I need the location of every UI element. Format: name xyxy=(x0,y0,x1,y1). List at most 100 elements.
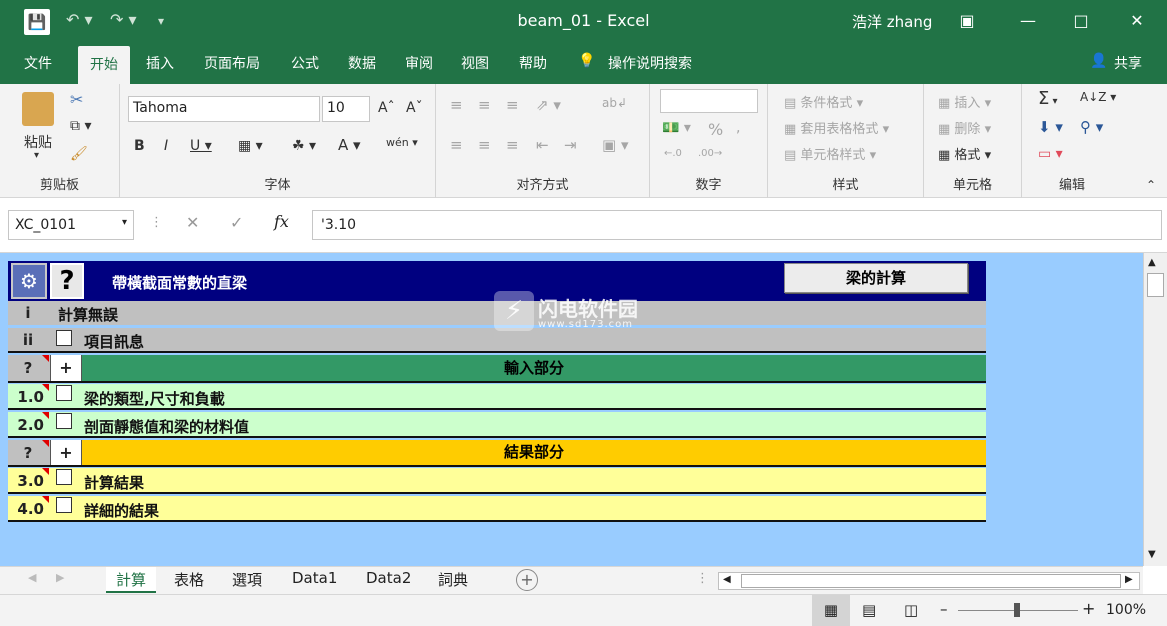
next-sheet-icon[interactable]: ▶ xyxy=(56,571,64,584)
clear-icon[interactable]: ▭ ▾ xyxy=(1038,146,1063,162)
page-break-view-icon[interactable]: ◫ xyxy=(904,601,918,619)
row-checkbox[interactable] xyxy=(56,469,72,485)
paste-icon[interactable] xyxy=(22,92,54,126)
beam-calculation-button[interactable]: 梁的計算 xyxy=(784,263,968,293)
tab-view[interactable]: 视图 xyxy=(461,53,489,73)
vertical-scroll-thumb[interactable] xyxy=(1147,273,1164,297)
accounting-format-icon[interactable]: 💵 ▾ xyxy=(662,120,691,136)
share-icon[interactable]: 👤 xyxy=(1090,53,1107,69)
tab-help[interactable]: 帮助 xyxy=(519,53,547,73)
tell-me-search[interactable]: 操作说明搜索 xyxy=(608,53,692,73)
copy-icon[interactable]: ⧉ ▾ xyxy=(70,118,91,134)
row-checkbox[interactable] xyxy=(56,413,72,429)
align-center-icon[interactable]: ≡ xyxy=(478,136,491,154)
confirm-entry-icon[interactable]: ✓ xyxy=(230,213,243,232)
phonetic-icon[interactable]: wén ▾ xyxy=(386,136,418,149)
border-icon[interactable]: ▦ ▾ xyxy=(238,138,263,154)
insert-function-icon[interactable]: fx xyxy=(274,212,289,231)
tab-formulas[interactable]: 公式 xyxy=(291,53,319,73)
tab-data[interactable]: 数据 xyxy=(348,53,376,73)
tab-insert[interactable]: 插入 xyxy=(146,53,174,73)
bold-icon[interactable]: B xyxy=(134,138,145,154)
scroll-left-icon[interactable]: ◀ xyxy=(723,574,731,585)
collapse-ribbon-icon[interactable]: ⌃ xyxy=(1146,178,1156,192)
cut-icon[interactable]: ✂ xyxy=(70,90,83,109)
sheet-tab-data2[interactable]: Data2 xyxy=(356,567,421,593)
prev-sheet-icon[interactable]: ◀ xyxy=(28,571,36,584)
row-checkbox[interactable] xyxy=(56,385,72,401)
fill-icon[interactable]: ⬇ ▾ xyxy=(1038,118,1063,136)
ribbon-display-icon[interactable]: ▣ xyxy=(950,8,984,34)
horizontal-scrollbar[interactable]: ◀ ▶ xyxy=(718,572,1140,590)
minimize-button[interactable]: — xyxy=(1011,8,1045,34)
add-sheet-icon[interactable]: + xyxy=(516,569,538,591)
grow-font-icon[interactable]: Aˆ xyxy=(378,100,395,116)
row-checkbox[interactable] xyxy=(56,330,72,346)
font-name-select[interactable]: Tahoma xyxy=(128,96,320,122)
merge-center-icon[interactable]: ▣ ▾ xyxy=(602,136,628,154)
tab-split-grip-icon[interactable]: ⋮ xyxy=(696,571,709,586)
sheet-tab-table[interactable]: 表格 xyxy=(164,567,214,593)
align-bottom-icon[interactable]: ≡ xyxy=(506,96,519,114)
gear-calculator-icon[interactable]: ⚙ xyxy=(11,263,47,299)
decrease-indent-icon[interactable]: ⇤ xyxy=(536,136,549,154)
increase-decimal-icon[interactable]: ←.0 xyxy=(664,148,682,159)
fill-color-icon[interactable]: ☘ ▾ xyxy=(292,138,316,154)
tab-review[interactable]: 审阅 xyxy=(405,53,433,73)
cancel-entry-icon[interactable]: ✕ xyxy=(186,213,199,232)
zoom-slider-thumb[interactable] xyxy=(1014,603,1020,617)
wrap-text-icon[interactable]: ab↲ xyxy=(602,96,627,110)
font-size-select[interactable]: 10 xyxy=(322,96,370,122)
scroll-right-icon[interactable]: ▶ xyxy=(1125,574,1133,585)
format-cells-button[interactable]: ▦ 格式 ▾ xyxy=(938,144,991,163)
zoom-in-icon[interactable]: + xyxy=(1082,599,1095,618)
find-select-icon[interactable]: ⚲ ▾ xyxy=(1080,118,1103,136)
sheet-tab-data1[interactable]: Data1 xyxy=(282,567,347,593)
zoom-out-icon[interactable]: – xyxy=(940,600,948,618)
zoom-level[interactable]: 100% xyxy=(1106,602,1146,618)
align-right-icon[interactable]: ≡ xyxy=(506,136,519,154)
horizontal-scroll-thumb[interactable] xyxy=(741,574,1121,588)
help-icon[interactable]: ? xyxy=(50,263,84,299)
maximize-button[interactable]: □ xyxy=(1064,8,1098,34)
autosum-icon[interactable]: Σ ▾ xyxy=(1038,88,1058,109)
worksheet-area[interactable]: ⚙ ? 帶橫截面常數的直梁 梁的計算 i 計算無誤 ii 項目訊息 ? + 輸入… xyxy=(0,253,1143,566)
align-top-icon[interactable]: ≡ xyxy=(450,96,463,114)
paste-dropdown-icon[interactable]: ▾ xyxy=(34,150,39,161)
decrease-decimal-icon[interactable]: .00→ xyxy=(698,148,722,159)
scroll-down-icon[interactable]: ▼ xyxy=(1148,549,1156,560)
user-name[interactable]: 浩洋 zhang xyxy=(852,11,932,32)
tab-home[interactable]: 开始 xyxy=(78,46,130,84)
formula-input[interactable]: '3.10 xyxy=(312,210,1162,240)
shrink-font-icon[interactable]: Aˇ xyxy=(406,100,423,116)
conditional-formatting-button[interactable]: ▤ 条件格式 ▾ xyxy=(784,92,863,111)
normal-view-icon[interactable]: ▦ xyxy=(812,595,850,626)
delete-cells-button[interactable]: ▦ 删除 ▾ xyxy=(938,118,991,137)
tab-page-layout[interactable]: 页面布局 xyxy=(204,53,260,73)
orientation-icon[interactable]: ⇗ ▾ xyxy=(536,96,561,114)
cell-styles-button[interactable]: ▤ 单元格样式 ▾ xyxy=(784,144,876,163)
name-box[interactable]: XC_0101 ▾ xyxy=(8,210,134,240)
page-layout-view-icon[interactable]: ▤ xyxy=(862,601,876,619)
number-format-select[interactable] xyxy=(660,89,758,113)
row-checkbox[interactable] xyxy=(56,497,72,513)
align-middle-icon[interactable]: ≡ xyxy=(478,96,491,114)
format-painter-icon[interactable]: 🖌 xyxy=(70,146,88,162)
paste-button[interactable]: 粘贴 xyxy=(24,132,52,152)
name-box-dropdown-icon[interactable]: ▾ xyxy=(122,217,127,228)
vertical-scrollbar[interactable]: ▲ ▼ xyxy=(1143,253,1167,566)
close-button[interactable]: ✕ xyxy=(1120,8,1154,34)
percent-icon[interactable]: % xyxy=(708,120,723,139)
sheet-tab-calc[interactable]: 計算 xyxy=(106,567,157,593)
sort-filter-icon[interactable]: A↓Z ▾ xyxy=(1080,90,1116,104)
sheet-tab-dictionary[interactable]: 詞典 xyxy=(428,567,478,593)
font-color-icon[interactable]: A ▾ xyxy=(338,136,361,154)
italic-icon[interactable]: I xyxy=(164,138,168,154)
increase-indent-icon[interactable]: ⇥ xyxy=(564,136,577,154)
scroll-up-icon[interactable]: ▲ xyxy=(1148,257,1156,268)
sheet-tab-options[interactable]: 選項 xyxy=(222,567,272,593)
insert-cells-button[interactable]: ▦ 插入 ▾ xyxy=(938,92,991,111)
share-button[interactable]: 共享 xyxy=(1114,53,1142,73)
format-as-table-button[interactable]: ▦ 套用表格格式 ▾ xyxy=(784,118,889,137)
expand-plus-button[interactable]: + xyxy=(50,440,82,465)
